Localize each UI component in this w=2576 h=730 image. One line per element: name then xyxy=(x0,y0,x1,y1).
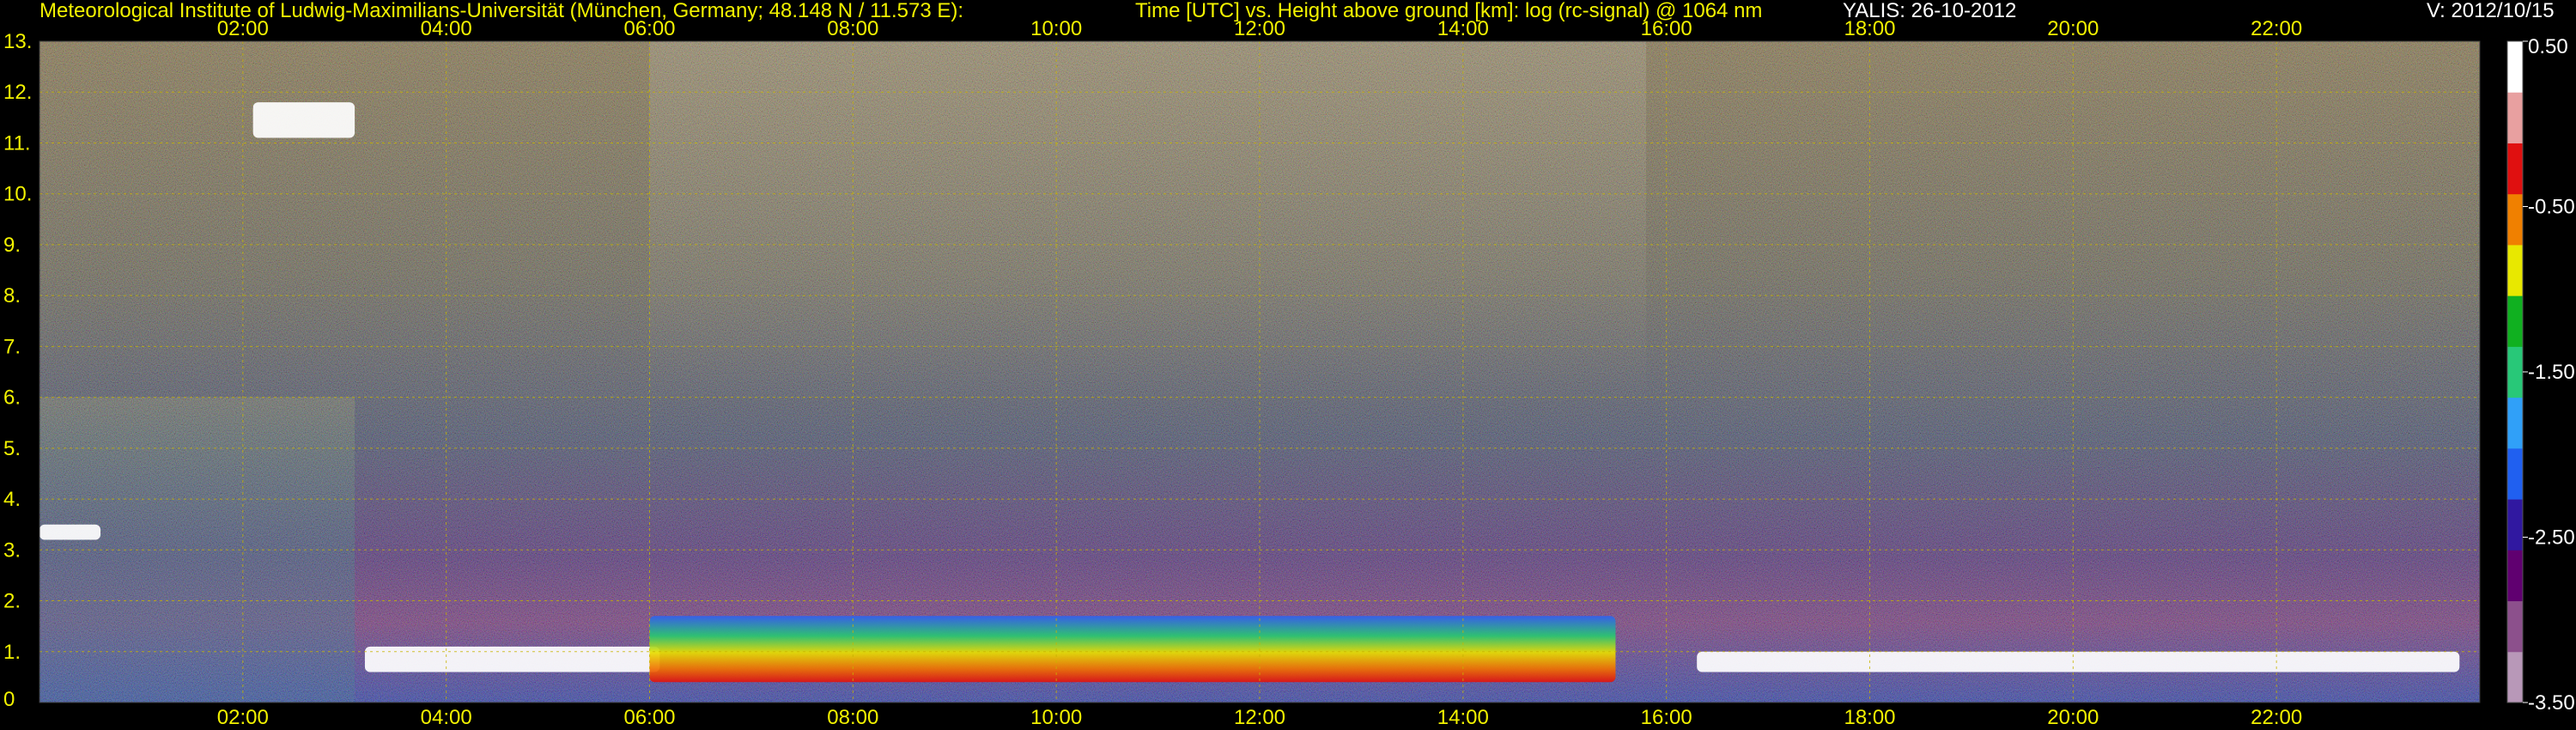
colorbar-segment-10 xyxy=(2507,143,2523,195)
colorbar-segment-0 xyxy=(2507,651,2523,703)
y-tick-label-11: 11. xyxy=(3,131,31,155)
x-tick-label-top-4: 10:00 xyxy=(1030,17,1082,40)
colorbar-tick-label-0: 0.50 xyxy=(2528,35,2568,58)
colorbar-segment-12 xyxy=(2507,41,2523,93)
x-tick-label-bottom-4: 10:00 xyxy=(1030,706,1082,729)
x-tick-label-bottom-6: 14:00 xyxy=(1437,706,1489,729)
y-tick-label-10: 10. xyxy=(3,183,32,206)
y-tick-label-6: 6. xyxy=(3,386,21,410)
y-tick-label-1: 1. xyxy=(3,641,21,664)
y-tick-label-12: 12. xyxy=(3,81,32,104)
colorbar-segment-4 xyxy=(2507,447,2523,500)
colorbar-segment-3 xyxy=(2507,499,2523,551)
lidar-chart: 02:00 02:00 04:00 04:00 06:00 06:00 08:00 08:00… xyxy=(3,17,2575,729)
colorbar-segment-6 xyxy=(2507,346,2523,398)
x-tick-label-bottom-10: 22:00 xyxy=(2251,706,2302,729)
colorbar-tick-label-3: -2.50 xyxy=(2528,526,2575,550)
x-tick-label-top-2: 06:00 xyxy=(623,17,675,40)
y-tick-label-4: 4. xyxy=(3,488,21,511)
colorbar-segment-5 xyxy=(2507,397,2523,449)
colorbar-tick-label-1: -0.50 xyxy=(2528,196,2575,219)
colorbar-tick-label-4: -3.50 xyxy=(2528,691,2575,715)
x-tick-label-bottom-8: 18:00 xyxy=(1844,706,1895,729)
x-tick-label-top-3: 08:00 xyxy=(827,17,878,40)
colorbar-segment-7 xyxy=(2507,295,2523,347)
y-tick-label-8: 8. xyxy=(3,284,21,307)
x-tick-label-top-7: 16:00 xyxy=(1641,17,1692,40)
y-tick-label-0: 0 xyxy=(3,688,15,711)
y-tick-label-5: 5. xyxy=(3,437,21,460)
colorbar-segment-1 xyxy=(2507,600,2523,653)
colorbar-segment-2 xyxy=(2507,550,2523,602)
x-tick-label-bottom-5: 12:00 xyxy=(1234,706,1285,729)
x-tick-label-bottom-9: 20:00 xyxy=(2047,706,2099,729)
x-tick-label-bottom-3: 08:00 xyxy=(827,706,878,729)
feature-boundary-layer-cloud-4 xyxy=(1697,651,2460,672)
feature-low-cloud-1 xyxy=(39,524,101,540)
x-tick-label-top-1: 04:00 xyxy=(421,17,472,40)
x-tick-label-top-10: 22:00 xyxy=(2251,17,2302,40)
y-tick-label-3: 3. xyxy=(3,538,21,562)
x-tick-label-top-5: 12:00 xyxy=(1234,17,1285,40)
feature-aerosol-layer-3 xyxy=(649,616,1616,683)
x-tick-label-top-6: 14:00 xyxy=(1437,17,1489,40)
y-tick-label-7: 7. xyxy=(3,335,21,358)
x-tick-label-bottom-0: 02:00 xyxy=(217,706,269,729)
y-tick-label-2: 2. xyxy=(3,590,21,613)
colorbar-segment-9 xyxy=(2507,193,2523,246)
colorbar-segment-11 xyxy=(2507,92,2523,143)
x-tick-label-top-9: 20:00 xyxy=(2047,17,2099,40)
x-tick-label-top-8: 18:00 xyxy=(1844,17,1895,40)
y-tick-label-13: 13. xyxy=(3,30,32,53)
x-tick-label-bottom-7: 16:00 xyxy=(1641,706,1692,729)
colorbar-segment-8 xyxy=(2507,244,2523,296)
feature-cirrus-cloud-0 xyxy=(252,102,355,138)
y-tick-label-9: 9. xyxy=(3,234,21,257)
x-tick-label-bottom-2: 06:00 xyxy=(623,706,675,729)
feature-boundary-layer-cloud-2 xyxy=(364,646,660,672)
x-tick-label-top-0: 02:00 xyxy=(217,17,269,40)
colorbar-tick-label-2: -1.50 xyxy=(2528,361,2575,384)
x-tick-label-bottom-1: 04:00 xyxy=(421,706,472,729)
